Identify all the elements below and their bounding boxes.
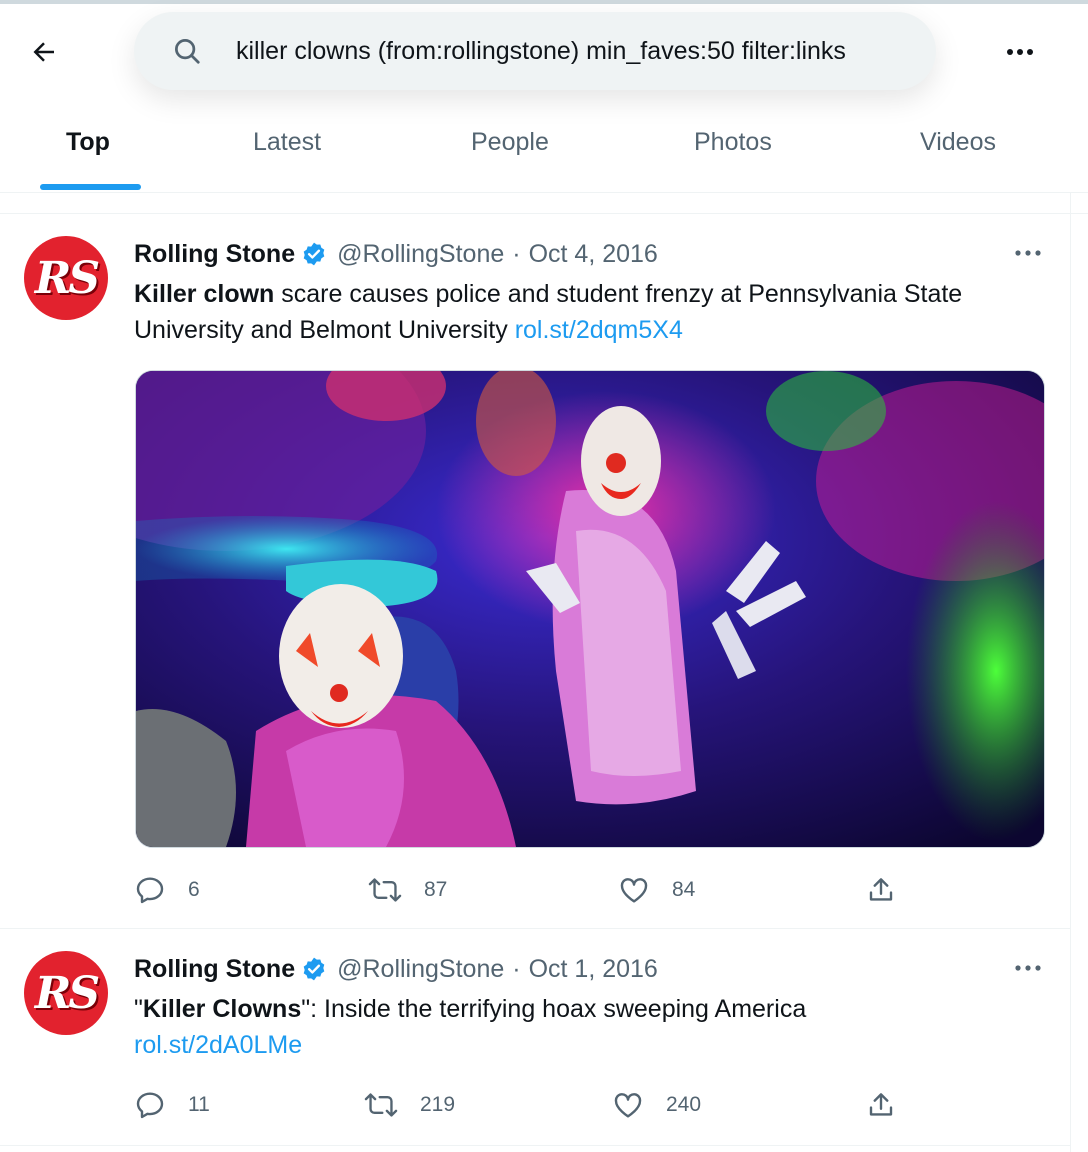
reply-count: 11 (188, 1093, 210, 1116)
more-options-button[interactable] (1000, 32, 1040, 72)
search-query[interactable]: killer clowns (from:rollingstone) min_fa… (236, 37, 846, 66)
tab-videos[interactable]: Videos (920, 108, 996, 192)
avatar-logo: RS (34, 252, 100, 304)
retweet-button[interactable]: 219 (364, 1085, 455, 1125)
tweet-date[interactable]: Oct 1, 2016 (529, 955, 658, 984)
tweet-header: Rolling Stone @RollingStone · Oct 4, 201… (134, 236, 658, 272)
avatar[interactable]: RS (24, 951, 108, 1035)
tweet-header: Rolling Stone @RollingStone · Oct 1, 201… (134, 951, 658, 987)
tweet-image[interactable] (135, 370, 1045, 848)
more-icon (1007, 49, 1033, 55)
search-header: killer clowns (from:rollingstone) min_fa… (0, 4, 1088, 92)
verified-icon (301, 241, 327, 267)
header-separator: · (512, 239, 521, 268)
retweet-icon (364, 1093, 398, 1117)
tweet-link[interactable]: rol.st/2dA0LMe (134, 1031, 302, 1059)
tweet[interactable]: RS Rolling Stone @RollingStone · Oct 4, … (0, 214, 1070, 929)
tab-people[interactable]: People (471, 108, 549, 192)
tweet-date[interactable]: Oct 4, 2016 (529, 240, 658, 269)
author-name[interactable]: Rolling Stone (134, 955, 295, 984)
share-icon (869, 1093, 893, 1116)
tweet-text-bold: Killer Clowns (142, 995, 302, 1023)
tweet-text: Killer clown scare causes police and stu… (134, 276, 1034, 348)
tweet-text-bold: Killer clown (134, 280, 275, 308)
like-button[interactable]: 240 (612, 1085, 701, 1125)
avatar-logo: RS (34, 967, 100, 1019)
header-separator: · (512, 954, 521, 983)
reply-icon (136, 877, 164, 904)
retweet-count: 87 (424, 878, 448, 901)
retweet-icon (368, 878, 402, 902)
retweet-button[interactable]: 87 (368, 870, 447, 910)
like-button[interactable]: 84 (618, 870, 695, 910)
back-button[interactable] (22, 30, 66, 74)
tweet[interactable]: RS Rolling Stone @RollingStone · Oct 1, … (0, 929, 1070, 1146)
column-border (1070, 193, 1071, 1152)
reply-icon (136, 1092, 164, 1119)
tweet-link[interactable]: rol.st/2dqm5X4 (515, 316, 683, 344)
tweet-text-rest: ": Inside the terrifying hoax sweeping A… (301, 995, 807, 1023)
reply-button[interactable]: 11 (134, 1085, 210, 1125)
active-tab-indicator (40, 184, 141, 190)
tab-latest[interactable]: Latest (253, 108, 321, 192)
reply-button[interactable]: 6 (134, 870, 200, 910)
tweet-more-button[interactable] (1008, 236, 1048, 270)
retweet-count: 219 (420, 1093, 456, 1116)
back-arrow-icon (33, 42, 54, 62)
tab-top[interactable]: Top (66, 108, 110, 192)
clown-photo (136, 371, 1044, 847)
share-button[interactable] (866, 1085, 896, 1125)
author-handle[interactable]: @RollingStone (337, 240, 504, 269)
verified-icon (301, 956, 327, 982)
share-icon (869, 878, 893, 901)
author-name[interactable]: Rolling Stone (134, 240, 295, 269)
avatar[interactable]: RS (24, 236, 108, 320)
share-button[interactable] (866, 870, 896, 910)
search-input[interactable]: killer clowns (from:rollingstone) min_fa… (134, 12, 936, 90)
tab-photos[interactable]: Photos (694, 108, 772, 192)
tweet-actions: 11 219 240 (134, 1085, 914, 1125)
like-icon (620, 878, 648, 903)
tweet-text: "Killer Clowns": Inside the terrifying h… (134, 991, 1034, 1063)
tweet-more-button[interactable] (1008, 951, 1048, 985)
like-count: 240 (666, 1093, 702, 1116)
like-icon (614, 1093, 642, 1118)
like-count: 84 (672, 878, 696, 901)
author-handle[interactable]: @RollingStone (337, 955, 504, 984)
search-icon (172, 36, 202, 66)
more-icon (1015, 965, 1041, 971)
search-tabs: Top Latest People Photos Videos (0, 108, 1088, 193)
tweet-text-quote: " (134, 995, 143, 1023)
tweet-actions: 6 87 84 (134, 870, 914, 910)
section-separator (0, 193, 1088, 214)
more-icon (1015, 250, 1041, 256)
reply-count: 6 (188, 878, 200, 901)
